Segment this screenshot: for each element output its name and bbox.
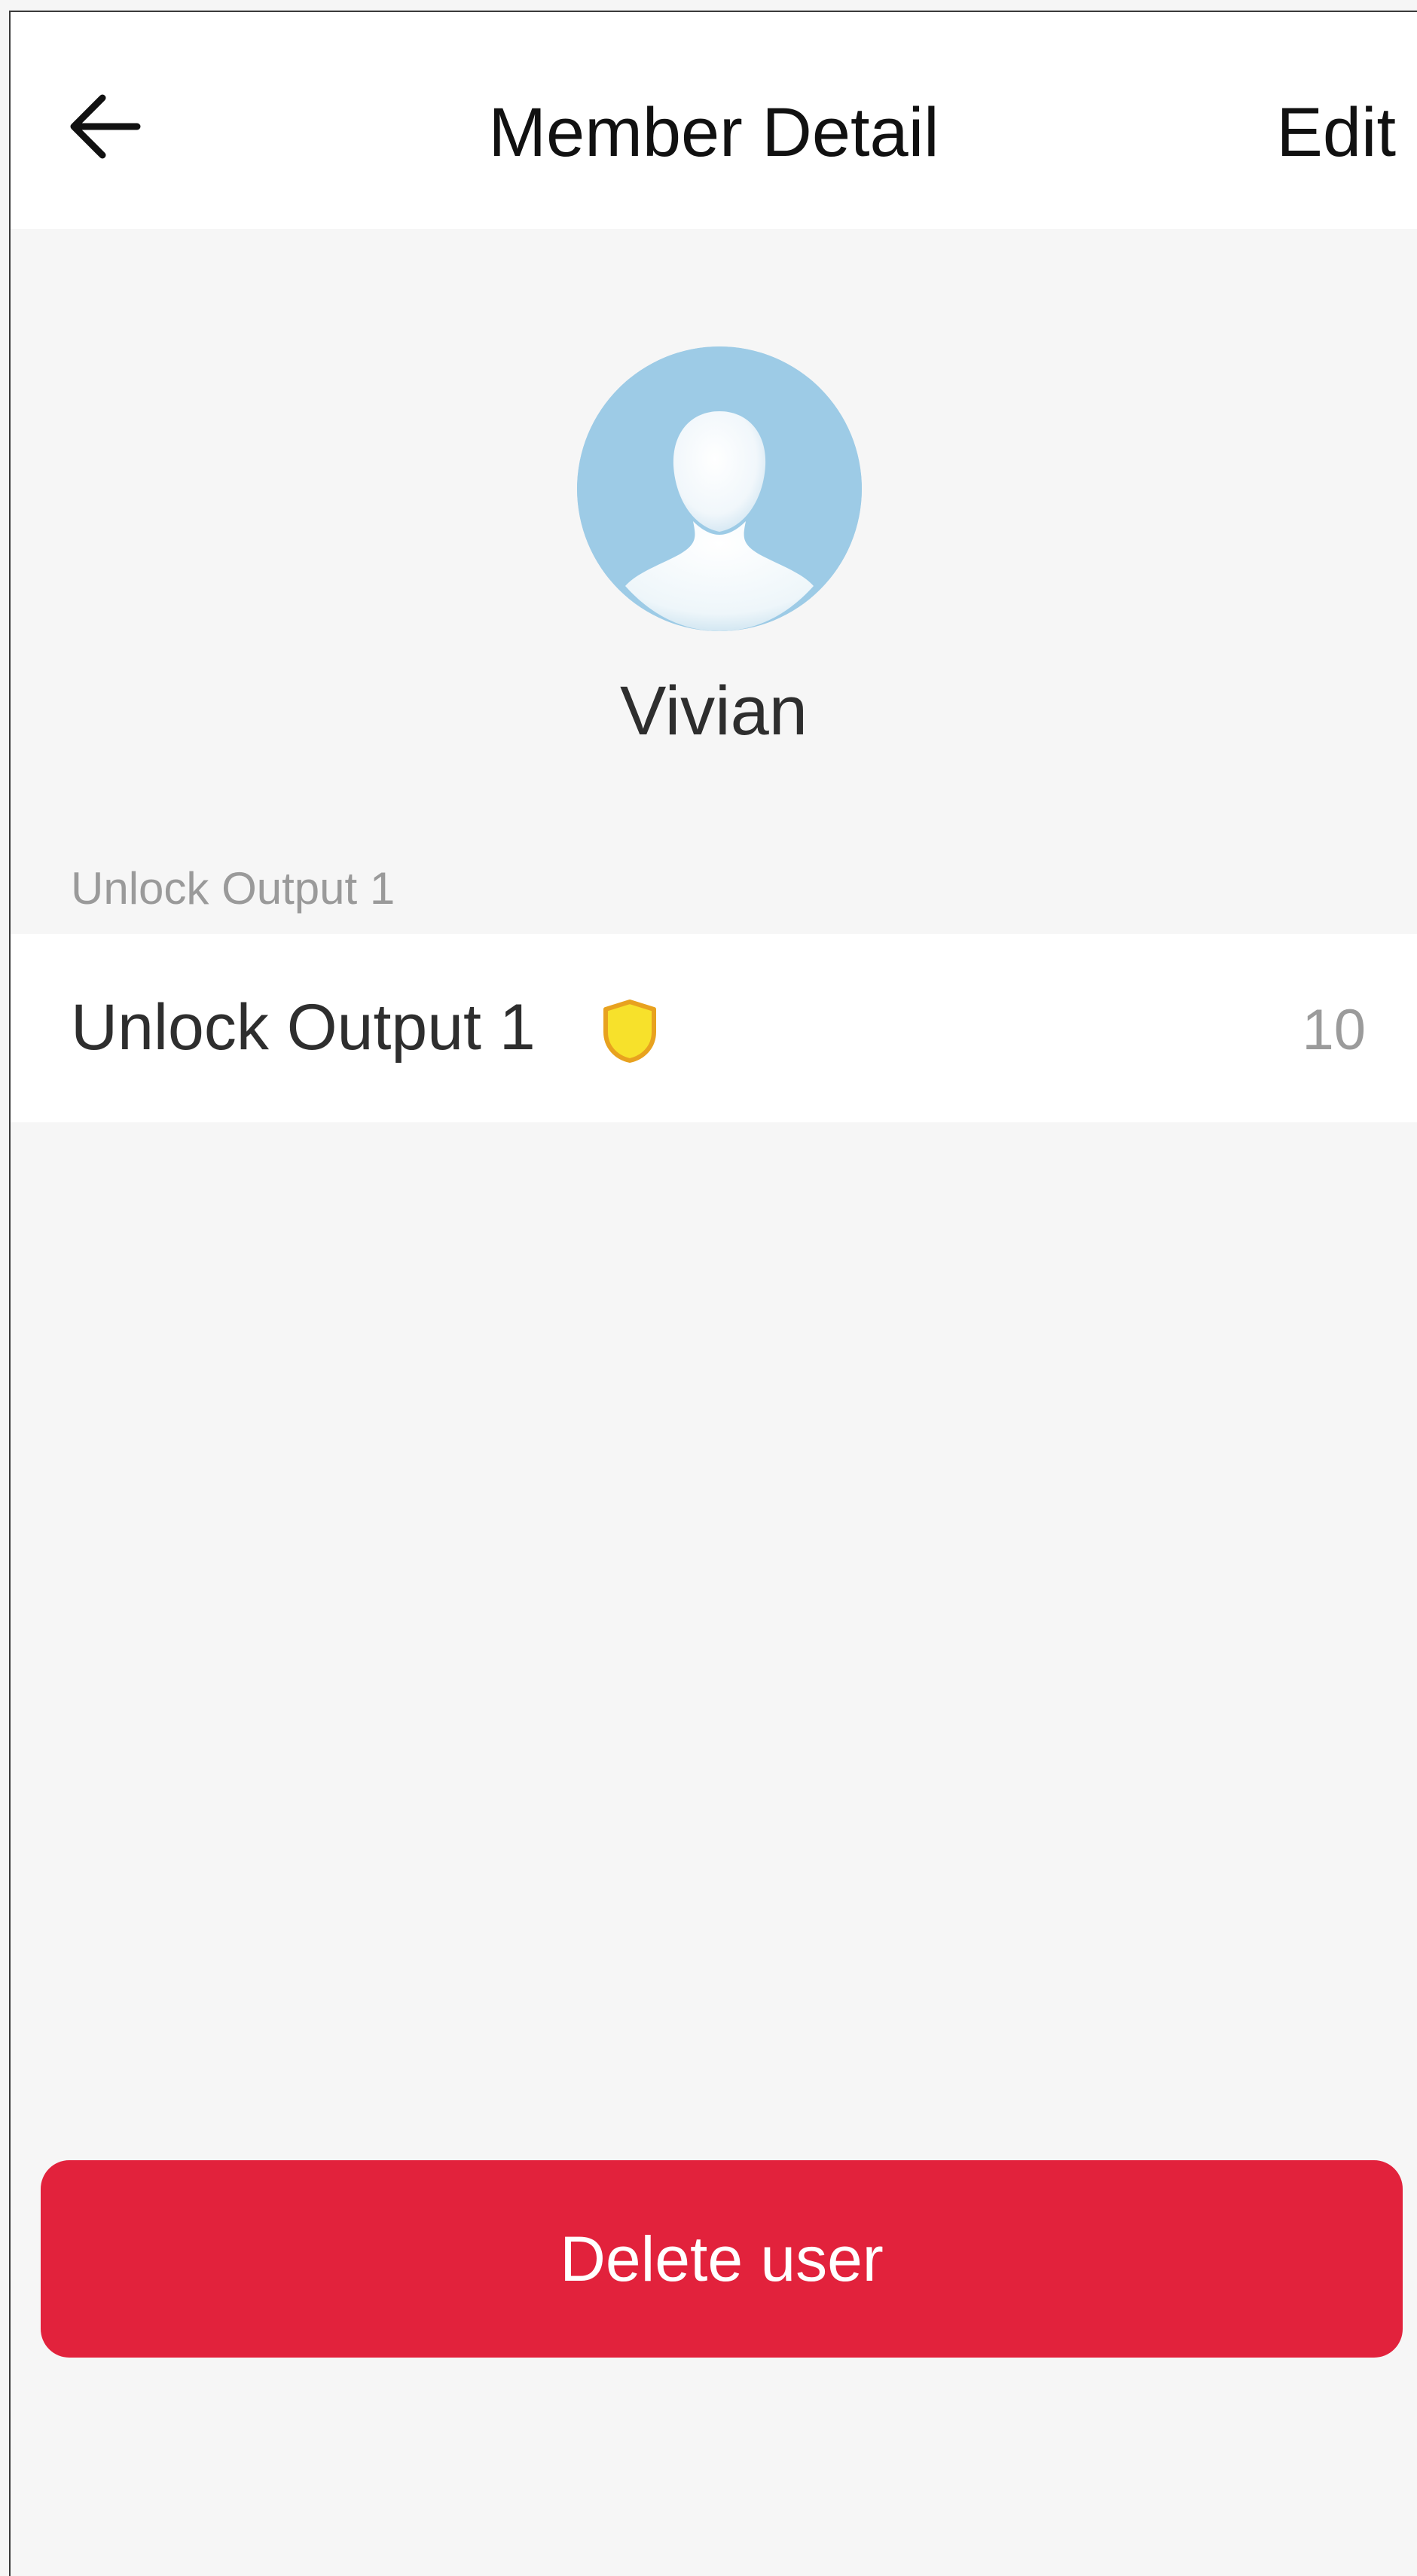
list-item-unlock-output[interactable]: Unlock Output 1 10 (11, 934, 1417, 1122)
top-bar: Member Detail Edit (11, 12, 1417, 229)
list-item-label: Unlock Output 1 (71, 991, 536, 1064)
default-user-avatar-icon (577, 346, 862, 631)
list-item-value: 10 (1302, 998, 1366, 1062)
page-title: Member Detail (488, 94, 939, 171)
edit-button[interactable]: Edit (1276, 87, 1396, 178)
shield-icon (603, 1000, 656, 1063)
app-screen: Member Detail Edit Vivian Unlock Output … (9, 11, 1417, 2576)
delete-user-button[interactable]: Delete user (41, 2160, 1403, 2358)
section-header-unlock: Unlock Output 1 (71, 863, 395, 914)
avatar (577, 346, 862, 631)
member-name: Vivian (620, 673, 808, 749)
member-profile: Vivian (11, 229, 1417, 847)
